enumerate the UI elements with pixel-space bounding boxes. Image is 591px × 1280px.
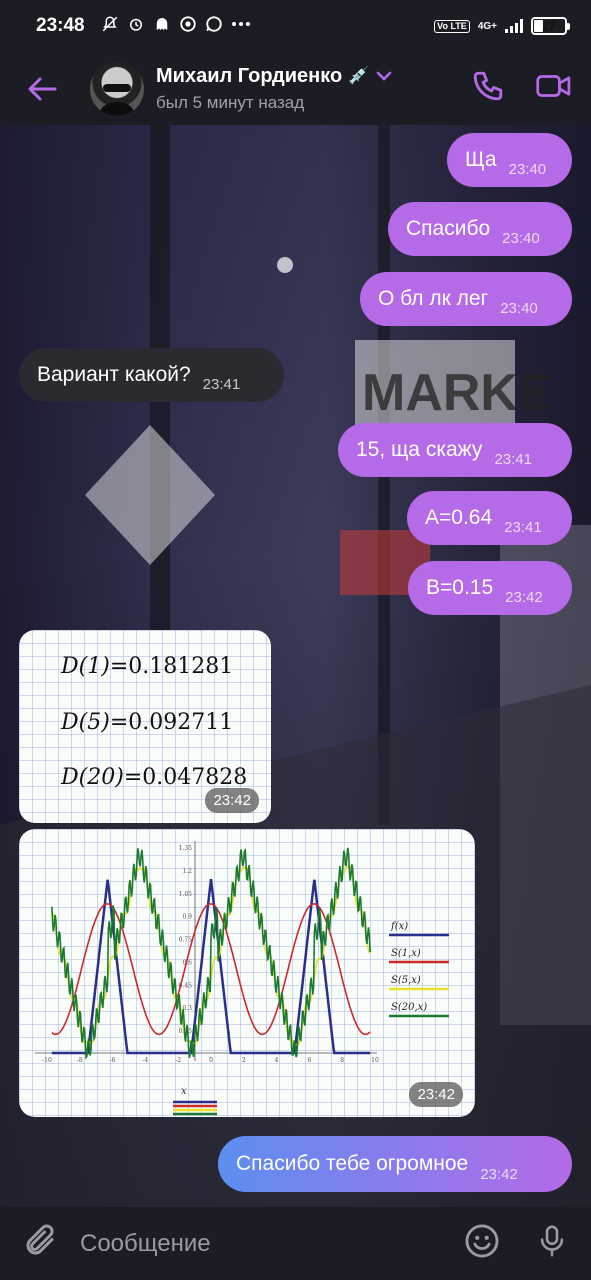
message-time: 23:40: [508, 161, 547, 178]
battery-level: 27: [542, 19, 556, 33]
more-dots-icon: [231, 15, 251, 38]
message-text: Спасибо тебе огромное: [236, 1152, 469, 1175]
message-text: Ща: [465, 148, 497, 171]
plot-xtick-label: 8: [340, 1057, 344, 1064]
plot-xtick-label: -4: [142, 1057, 148, 1064]
formula-line: D(20)=0.047828: [61, 765, 248, 790]
message-text: 15, ща скажу: [356, 438, 483, 461]
message-time: 23:42: [205, 788, 259, 813]
plot-ytick-label: 0.9: [182, 914, 192, 921]
image-message-formulas[interactable]: D(1)=0.181281 D(5)=0.092711 D(20)=0.0478…: [19, 630, 271, 823]
attach-button[interactable]: [22, 1223, 58, 1264]
formula-value: 0.092711: [128, 710, 234, 735]
message-bubble[interactable]: A=0.64 23:41: [407, 491, 572, 545]
contact-info[interactable]: Михаил Гордиенко 💉 был 5 минут назад: [156, 65, 393, 113]
plot-xtick-label: 4: [275, 1057, 279, 1064]
video-call-button[interactable]: [535, 71, 573, 106]
message-bubble[interactable]: Вариант какой? 23:41: [19, 348, 284, 402]
plot-legend-label: S(5,x): [391, 975, 421, 986]
microphone-icon: [540, 1225, 564, 1257]
back-button[interactable]: [18, 65, 66, 113]
plot-ytick-label: 1.05: [179, 891, 193, 898]
chevron-down-icon[interactable]: [375, 70, 393, 82]
alarm-icon: [127, 15, 145, 38]
battery-icon: 27: [531, 17, 570, 35]
plot-xtick-label: -10: [42, 1057, 52, 1064]
plot-legend-label: f(x): [390, 921, 408, 932]
phone-icon: [473, 71, 503, 101]
svg-text:MARKE: MARKE: [362, 364, 553, 422]
message-time: 23:42: [409, 1082, 463, 1107]
plot-xtick-label: -2: [175, 1057, 181, 1064]
plot-xtick-label: 2: [242, 1057, 246, 1064]
avatar[interactable]: [90, 61, 144, 116]
image-message-plot[interactable]: 1.35 1.2 1.05 0.9 0.75 0.6 0.45 0.3 0.15 -10 -8 -6-…: [19, 829, 475, 1117]
whatsapp-icon: [205, 15, 223, 38]
plot-legend-label: S(20,x): [391, 1002, 427, 1013]
formula-line: D(1)=0.181281: [61, 654, 234, 679]
contact-status: был 5 минут назад: [156, 92, 305, 112]
message-bubble[interactable]: Спасибо тебе огромное 23:42: [218, 1136, 572, 1192]
plot-ytick-label: 0.75: [179, 937, 193, 944]
message-bubble[interactable]: О бл лк лег 23:40: [360, 272, 572, 326]
sticker-button[interactable]: [463, 1222, 501, 1265]
message-text: О бл лк лег: [378, 287, 489, 310]
network-type: 4G+: [477, 20, 497, 32]
message-time: 23:41: [504, 519, 542, 536]
chat-header: Михаил Гордиенко 💉 был 5 минут назад: [0, 52, 591, 125]
message-input[interactable]: Сообщение: [80, 1230, 463, 1258]
message-time: 23:41: [494, 451, 532, 468]
message-bubble[interactable]: Ща 23:40: [447, 133, 572, 187]
plot-ytick-label: 1.2: [182, 868, 192, 875]
phone-call-button[interactable]: [471, 69, 505, 108]
message-time: 23:41: [202, 376, 241, 393]
plot-xtick-label: 6: [307, 1057, 311, 1064]
message-text: Вариант какой?: [37, 363, 191, 386]
plot-image: 1.351.21.050.90.750.60.450.30.15-10 -8 -6-…: [35, 841, 449, 1116]
chat-area[interactable]: MARKE Ща 23:40 Спасибо 23:40 О бл лк лег…: [0, 125, 591, 1207]
message-time: 23:42: [480, 1166, 518, 1183]
formula-value: 0.047828: [142, 765, 248, 790]
plot-legend-label: S(1,x): [391, 948, 421, 959]
signal-icon: [505, 19, 523, 33]
plot-xtick-label: 0: [209, 1057, 213, 1064]
formula-line: D(5)=0.092711: [61, 710, 234, 735]
paperclip-icon: [26, 1224, 54, 1255]
plot-xtick-label: 10: [371, 1057, 379, 1064]
plot-xtick-label: -6: [110, 1057, 116, 1064]
ghost-icon: [153, 15, 171, 38]
formula-label: D(1): [61, 654, 110, 679]
syringe-emoji: 💉: [348, 66, 370, 85]
formula-label: D(5): [61, 710, 110, 735]
formula-label: D(20): [61, 765, 124, 790]
coin-icon: [179, 15, 197, 38]
plot-ytick-label: 1.35: [179, 845, 193, 852]
status-time: 23:48: [36, 15, 85, 36]
formula-value: 0.181281: [128, 654, 234, 679]
message-bubble[interactable]: Спасибо 23:40: [388, 202, 572, 256]
volte-badge: Vo LTE: [434, 19, 470, 33]
video-camera-icon: [536, 75, 571, 97]
message-bubble[interactable]: 15, ща скажу 23:41: [338, 423, 572, 477]
message-input-bar: Сообщение: [0, 1207, 591, 1280]
back-arrow-icon: [28, 77, 57, 100]
message-time: 23:40: [500, 300, 538, 317]
smiley-icon: [465, 1224, 499, 1258]
plot-x-axis-label: x: [181, 1086, 187, 1097]
message-time: 23:40: [502, 230, 540, 247]
mute-icon: [101, 15, 119, 38]
plot-xtick-label: -8: [77, 1057, 83, 1064]
contact-name: Михаил Гордиенко: [156, 64, 343, 87]
message-text: A=0.64: [425, 506, 493, 529]
message-time: 23:42: [505, 589, 543, 606]
message-bubble[interactable]: B=0.15 23:42: [408, 561, 572, 615]
status-bar: 23:48 Vo LTE 4G+ 27: [0, 0, 591, 52]
message-text: Спасибо: [406, 217, 491, 240]
voice-message-button[interactable]: [535, 1222, 569, 1265]
message-text: B=0.15: [426, 576, 494, 599]
